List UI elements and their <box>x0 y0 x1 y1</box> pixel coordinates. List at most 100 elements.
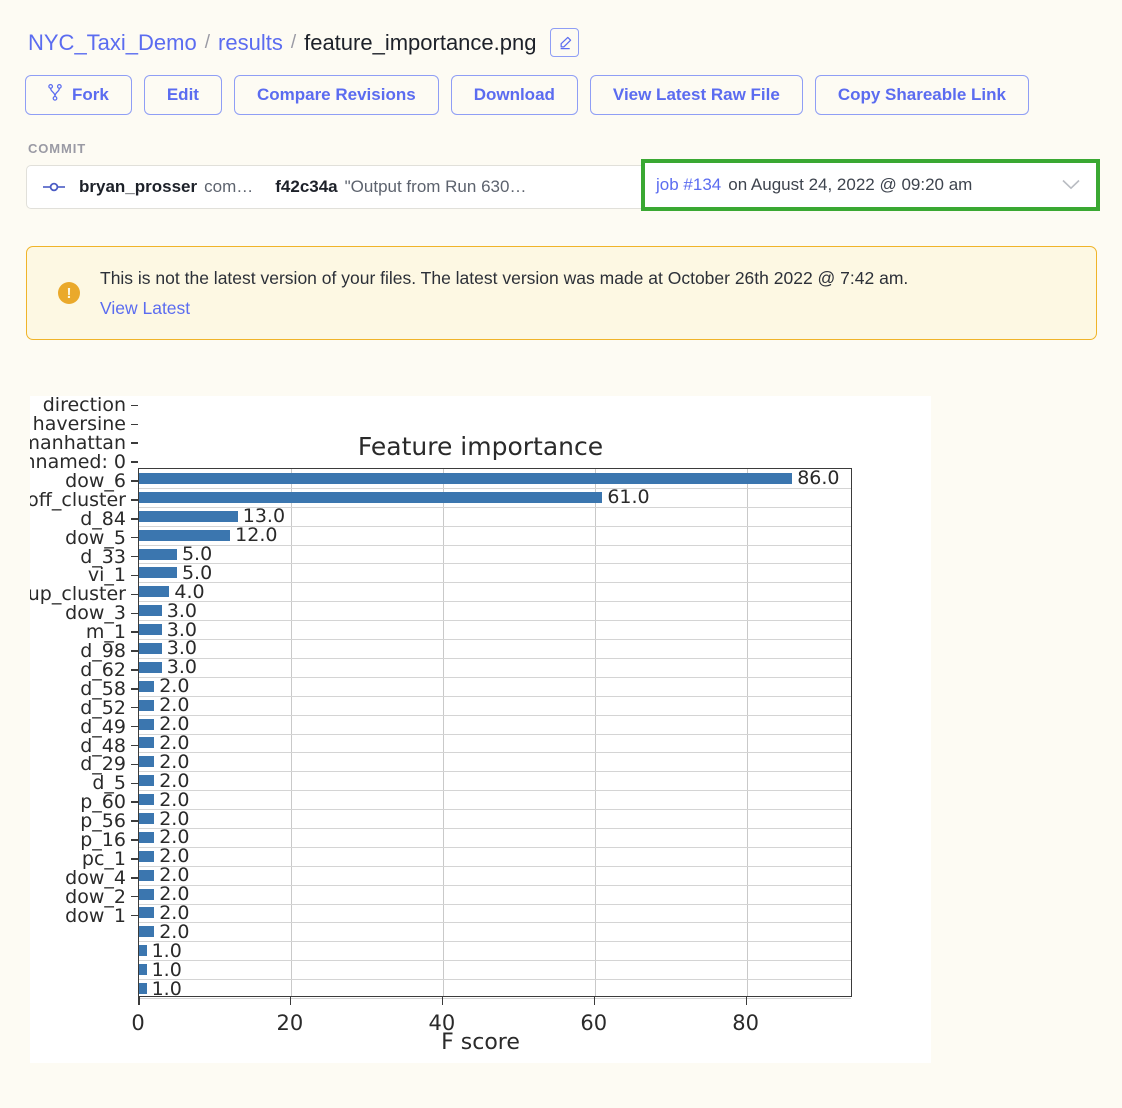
chart-y-tick <box>131 706 138 709</box>
stale-version-banner: ! This is not the latest version of your… <box>26 246 1097 340</box>
chart-bar <box>139 756 155 768</box>
chart-row-line <box>139 941 851 943</box>
chart-bar <box>139 869 155 881</box>
chart-bar-value-label: 12.0 <box>235 524 278 547</box>
chart-y-tick <box>131 688 138 690</box>
chart-row-line <box>139 695 851 697</box>
view-latest-raw-file-button[interactable]: View Latest Raw File <box>589 75 803 115</box>
chart-y-tick <box>131 480 138 482</box>
chart-row-line <box>139 790 851 792</box>
chart-row-line <box>139 676 851 678</box>
download-button[interactable]: Download <box>450 75 578 115</box>
commit-author: bryan_prosser <box>79 177 198 196</box>
commit-section-label: COMMIT <box>28 141 87 156</box>
breadcrumb: NYC_Taxi_Demo / results / feature_import… <box>0 0 1122 57</box>
chart-y-tick <box>131 725 138 728</box>
chart-row-line <box>139 865 851 867</box>
breadcrumb-separator-2: / <box>290 32 297 53</box>
chart-y-tick <box>131 839 138 841</box>
chart-bar <box>139 491 603 503</box>
chart-bar-value-label: 61.0 <box>607 486 650 509</box>
chart-y-tick <box>131 744 138 747</box>
chart-row-line <box>139 827 851 829</box>
compare-revisions-button[interactable]: Compare Revisions <box>233 75 439 115</box>
chart-y-tick <box>131 914 138 917</box>
page-title: feature_importance.png <box>304 29 537 55</box>
chart-bar <box>139 813 155 825</box>
fork-icon <box>48 84 62 106</box>
chart-row-line <box>139 922 851 924</box>
chevron-down-icon[interactable] <box>1062 177 1080 194</box>
stale-version-message: This is not the latest version of your f… <box>100 267 909 288</box>
chart-plot-area: 86.0 61.0 13.0 12.0 5.0 5.0 4.0 3.0 3.0 3.0 3.0 2.0… <box>138 467 852 1000</box>
chart-bar <box>139 529 231 541</box>
chart-row-line <box>139 771 851 773</box>
chart-y-tick <box>131 669 138 671</box>
chart-y-tick <box>131 574 138 577</box>
chart-bar <box>139 964 147 976</box>
job-link[interactable]: job #134 <box>656 175 721 195</box>
pencil-icon[interactable] <box>550 28 580 57</box>
chart-x-tick <box>593 997 596 1005</box>
chart-y-tick <box>131 499 138 501</box>
chart-bar-value-label: 1.0 <box>151 977 182 1000</box>
chart-y-tick <box>131 555 138 558</box>
chart-bar <box>139 661 162 673</box>
copy-shareable-link-button[interactable]: Copy Shareable Link <box>814 75 1029 115</box>
chart-gridline <box>442 469 444 996</box>
breadcrumb-folder[interactable]: results <box>218 31 283 54</box>
chart-row-line <box>139 714 851 716</box>
chart-bar <box>139 605 162 617</box>
chart-row-line <box>139 960 851 962</box>
commit-message: "Output from Run 63064bb6a3e… <box>344 177 531 196</box>
chart-y-axis-labels: directionhaversinemanhattanunnamed: 0dow… <box>30 396 138 925</box>
chart-row-line <box>139 979 851 981</box>
chart-bar <box>139 737 155 749</box>
chart-bar <box>139 775 155 787</box>
chart-y-tick <box>131 858 138 860</box>
chart-x-tick <box>138 997 140 1005</box>
chart-y-tick <box>131 631 138 633</box>
chart-bar <box>139 680 155 692</box>
chart-row-line <box>139 846 851 848</box>
chart-bar <box>139 983 147 995</box>
chart-row-line <box>139 563 851 565</box>
chart-y-tick <box>131 442 138 444</box>
chart-x-tick <box>745 997 748 1005</box>
chart-bar <box>139 472 793 484</box>
chart-bar <box>139 642 162 654</box>
chart-y-tick <box>131 763 138 766</box>
chart-y-tick <box>131 895 138 898</box>
view-latest-link[interactable]: View Latest <box>100 298 908 319</box>
chart-row-line <box>139 884 851 886</box>
chart-row-line <box>139 620 851 622</box>
chart-bar <box>139 718 155 730</box>
chart-bar <box>139 850 155 862</box>
chart-y-tick <box>131 518 138 520</box>
chart-row-line <box>139 487 851 489</box>
breadcrumb-separator-1: / <box>204 32 211 53</box>
chart-row-line <box>139 657 851 659</box>
commit-timestamp: on August 24, 2022 @ 09:20 am <box>728 175 973 194</box>
breadcrumb-repo[interactable]: NYC_Taxi_Demo <box>28 31 197 54</box>
chart-bar <box>139 888 155 900</box>
chart-row-line <box>139 582 851 584</box>
commit-sha[interactable]: f42c34a <box>275 177 337 197</box>
chart-x-tick <box>441 997 444 1005</box>
fork-button[interactable]: Fork <box>25 75 132 115</box>
chart-row-line <box>139 903 851 905</box>
chart-y-tick <box>131 593 138 596</box>
chart-row-line <box>139 601 851 603</box>
chart-y-tick <box>131 782 138 785</box>
commit-job-highlight: job #134 on August 24, 2022 @ 09:20 am <box>641 159 1100 211</box>
chart-row-line <box>139 809 851 811</box>
chart-bar <box>139 907 155 919</box>
chart-bar <box>139 586 170 598</box>
chart-y-tick <box>131 536 138 539</box>
chart-bar <box>139 548 177 560</box>
chart-bar <box>139 831 155 843</box>
commit-row[interactable]: bryan_prosser com… f42c34a "Output from … <box>26 159 1100 211</box>
edit-button[interactable]: Edit <box>143 75 222 115</box>
chart-bar <box>139 567 177 579</box>
chart-row-line <box>139 752 851 754</box>
